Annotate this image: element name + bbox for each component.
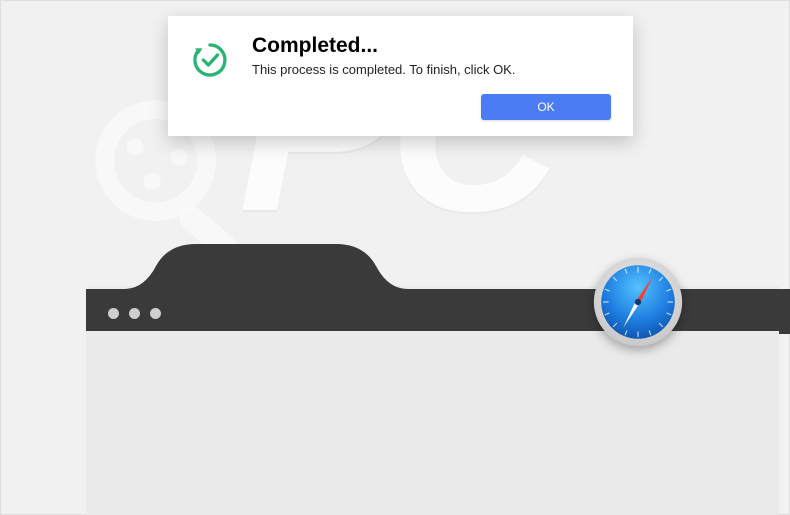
completed-dialog: Completed... This process is completed. … <box>168 16 633 136</box>
window-close-button[interactable] <box>108 308 119 319</box>
window-minimize-button[interactable] <box>129 308 140 319</box>
dialog-title: Completed... <box>252 34 611 58</box>
dialog-message: This process is completed. To finish, cl… <box>252 62 611 77</box>
browser-content-area <box>86 331 779 515</box>
window-zoom-button[interactable] <box>150 308 161 319</box>
checkmark-refresh-icon <box>190 40 230 80</box>
ok-button[interactable]: OK <box>481 94 611 120</box>
safari-icon <box>592 256 684 348</box>
window-traffic-lights[interactable] <box>108 308 161 319</box>
